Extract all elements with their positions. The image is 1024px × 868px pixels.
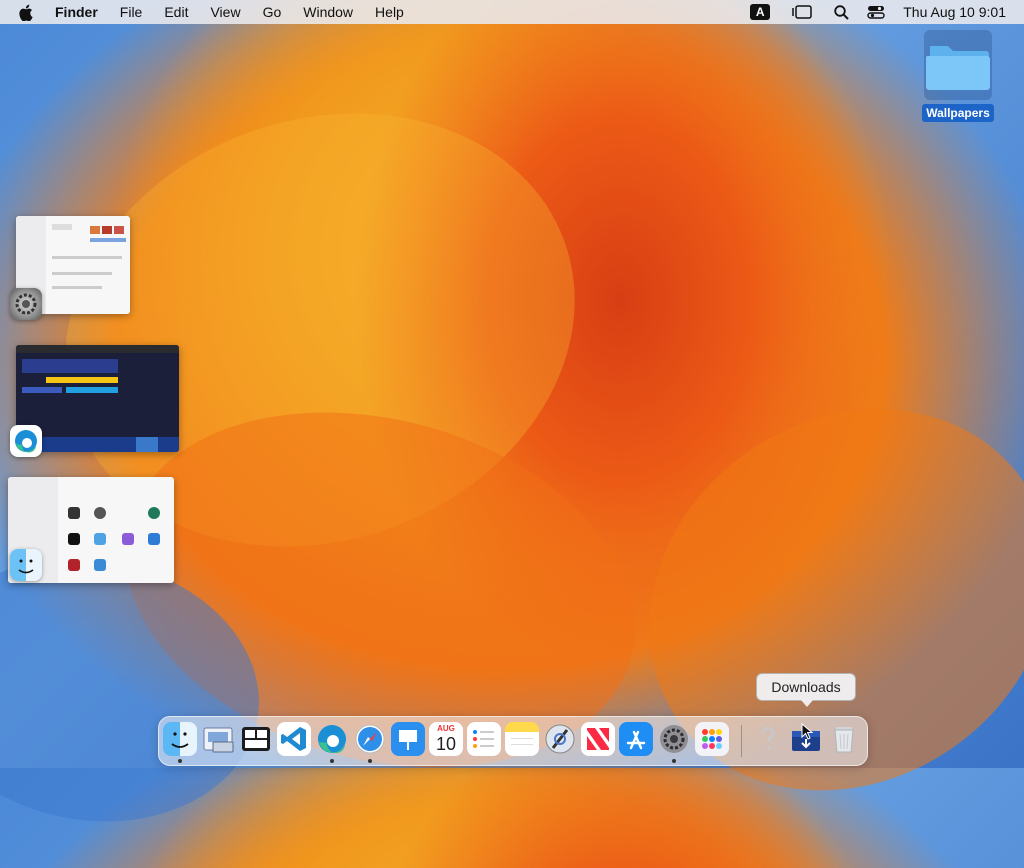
- menu-view[interactable]: View: [210, 4, 240, 20]
- menu-help[interactable]: Help: [375, 4, 404, 20]
- dock-tooltip: Downloads: [756, 673, 856, 707]
- menu-bar-clock[interactable]: Thu Aug 10 9:01: [903, 4, 1006, 20]
- running-indicator: [178, 759, 182, 763]
- running-indicator: [672, 759, 676, 763]
- dock-xcode-instruments[interactable]: [543, 722, 577, 756]
- dock-help[interactable]: [751, 722, 785, 756]
- dock-finder[interactable]: [163, 722, 197, 756]
- tooltip-label: Downloads: [771, 679, 841, 695]
- dock-preview[interactable]: [201, 722, 235, 756]
- dock-news[interactable]: [581, 722, 615, 756]
- stage-group-system-settings[interactable]: [10, 216, 132, 320]
- dock-notes[interactable]: [505, 722, 539, 756]
- spotlight-search-icon[interactable]: [834, 4, 849, 20]
- menu-finder[interactable]: Finder: [55, 4, 98, 20]
- dock-app-store[interactable]: [619, 722, 653, 756]
- finder-icon: [10, 549, 42, 581]
- running-indicator: [330, 759, 334, 763]
- dock-separator: [741, 725, 742, 757]
- system-settings-icon: [10, 288, 42, 320]
- folder-label: Wallpapers: [922, 104, 994, 122]
- dock: AUG 10: [158, 716, 868, 766]
- apple-menu-icon[interactable]: [18, 4, 33, 21]
- dock-microsoft-edge[interactable]: [315, 722, 349, 756]
- dock-visual-studio-code[interactable]: [277, 722, 311, 756]
- folder-icon: [924, 30, 992, 100]
- menu-edit[interactable]: Edit: [164, 4, 188, 20]
- input-source-badge: A: [750, 4, 771, 20]
- menu-go[interactable]: Go: [263, 4, 282, 20]
- dock-trash[interactable]: [827, 722, 861, 756]
- desktop-folder-wallpapers[interactable]: Wallpapers: [922, 30, 994, 122]
- dock-reminders[interactable]: [467, 722, 501, 756]
- dock-mission-control[interactable]: [239, 722, 273, 756]
- dock-keynote[interactable]: [391, 722, 425, 756]
- dock-system-settings[interactable]: [657, 722, 691, 756]
- dock-calendar[interactable]: AUG 10: [429, 722, 463, 756]
- dock-safari[interactable]: [353, 722, 387, 756]
- input-source-icon[interactable]: A: [750, 4, 771, 20]
- dock-launchpad[interactable]: [695, 722, 729, 756]
- stage-group-microsoft-edge[interactable]: [10, 345, 182, 457]
- stage-manager-icon[interactable]: [792, 5, 812, 19]
- control-center-icon[interactable]: [867, 5, 885, 19]
- calendar-day: 10: [435, 734, 457, 754]
- running-indicator: [368, 759, 372, 763]
- calendar-month: AUG: [437, 724, 455, 733]
- stage-group-finder[interactable]: [8, 477, 176, 587]
- microsoft-edge-icon: [10, 425, 42, 457]
- menu-bar: Finder File Edit View Go Window Help A T…: [0, 0, 1024, 24]
- menu-file[interactable]: File: [120, 4, 143, 20]
- menu-window[interactable]: Window: [303, 4, 353, 20]
- mouse-pointer-icon: [801, 723, 815, 741]
